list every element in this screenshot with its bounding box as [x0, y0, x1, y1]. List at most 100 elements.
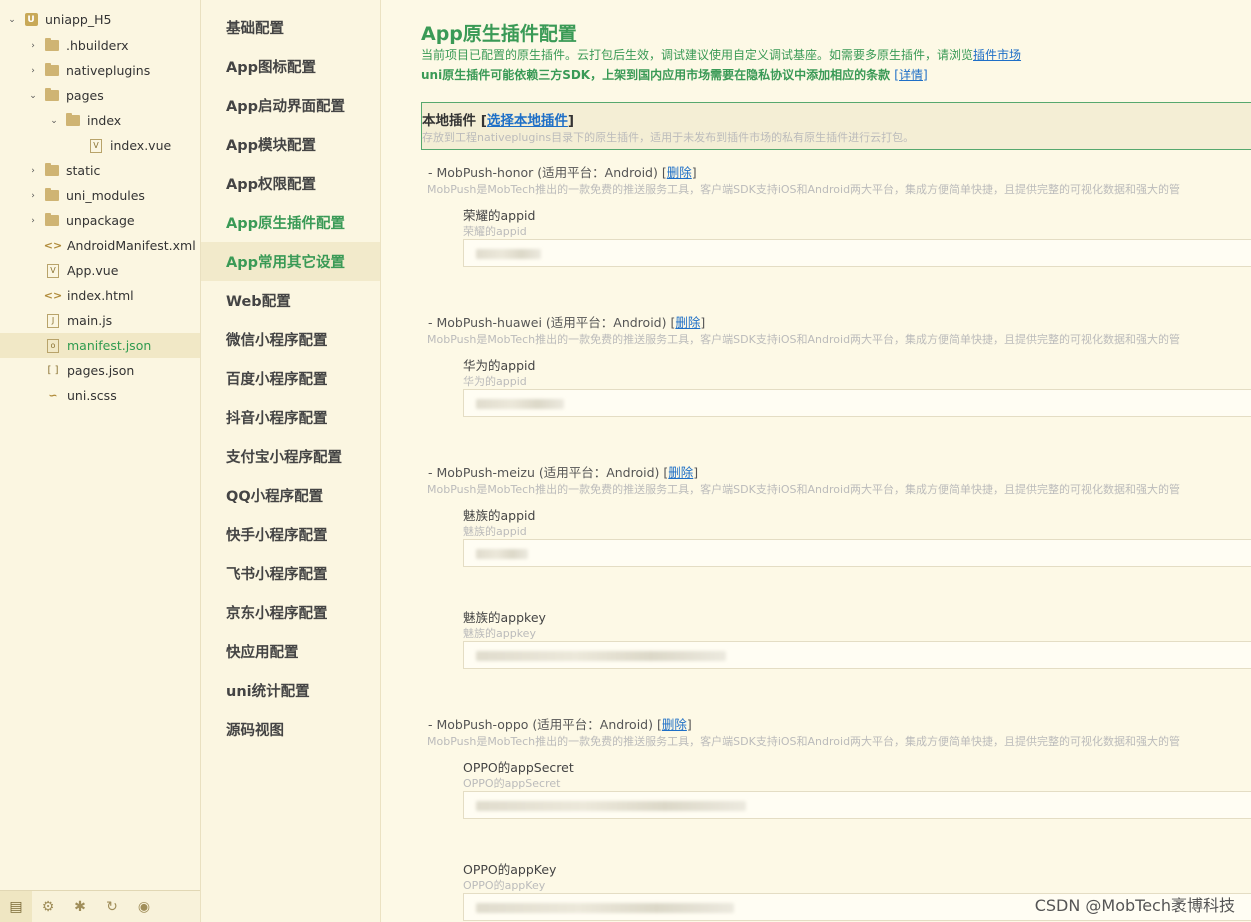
chevron-right-icon[interactable]: ›	[27, 165, 39, 177]
page-title: App原生插件配置	[421, 23, 577, 45]
nav-item-basic[interactable]: 基础配置	[201, 8, 380, 47]
privacy-text: uni原生插件可能依赖三方SDK，上架到国内应用市场需要在隐私协议中添加相应的条…	[421, 68, 891, 82]
field-label: 荣耀的appid	[463, 208, 536, 223]
tree-item-label: pages.json	[67, 363, 135, 378]
honor-appid-input[interactable]	[463, 239, 1251, 267]
tree-item-main-js[interactable]: J main.js	[0, 308, 200, 333]
delete-plugin-link[interactable]: 删除	[662, 717, 687, 732]
chevron-right-icon[interactable]: ›	[27, 40, 39, 52]
nav-item-source-view[interactable]: 源码视图	[201, 710, 380, 749]
tree-item-hbuilderx[interactable]: › .hbuilderx	[0, 33, 200, 58]
tree-item-label: uniapp_H5	[45, 12, 112, 27]
scss-file-icon: ∽	[48, 389, 58, 402]
browser-icon[interactable]: ◉	[128, 891, 160, 922]
plugin-title: - MobPush-oppo (适用平台：Android)	[428, 717, 657, 732]
nav-item-quickapp[interactable]: 快应用配置	[201, 632, 380, 671]
nav-item-uni-stat[interactable]: uni统计配置	[201, 671, 380, 710]
plugin-header-oppo: - MobPush-oppo (适用平台：Android) [删除]	[428, 717, 692, 732]
file-tree: ⌄ U uniapp_H5 › .hbuilderx › nativeplugi…	[0, 0, 201, 922]
nav-item-app-other-settings[interactable]: App常用其它设置	[201, 242, 380, 281]
nav-item-app-modules[interactable]: App模块配置	[201, 125, 380, 164]
delete-plugin-link[interactable]: 删除	[675, 315, 700, 330]
chevron-down-icon[interactable]: ⌄	[27, 90, 39, 102]
tree-footer-toolbar: ▤ ⚙ ✱ ↻ ◉	[0, 890, 200, 922]
tree-item-uni-scss[interactable]: ∽ uni.scss	[0, 383, 200, 408]
tree-item-pages-json[interactable]: [ ] pages.json	[0, 358, 200, 383]
chevron-down-icon[interactable]: ⌄	[48, 115, 60, 127]
files-icon[interactable]: ▤	[0, 890, 32, 922]
folder-open-icon	[45, 88, 59, 103]
plugin-icon[interactable]: ⚙	[32, 891, 64, 922]
nav-item-baidu-mp[interactable]: 百度小程序配置	[201, 359, 380, 398]
delete-plugin-link[interactable]: 删除	[668, 465, 693, 480]
tree-item-label: nativeplugins	[66, 63, 151, 78]
nav-item-web[interactable]: Web配置	[201, 281, 380, 320]
tree-item-manifest-json[interactable]: o manifest.json	[0, 333, 200, 358]
nav-item-alipay-mp[interactable]: 支付宝小程序配置	[201, 437, 380, 476]
tree-item-label: uni.scss	[67, 388, 117, 403]
chevron-right-icon[interactable]: ›	[27, 190, 39, 202]
field-label: OPPO的appKey	[463, 862, 557, 877]
local-plugins-desc: 存放到工程nativeplugins目录下的原生插件，适用于未发布到插件市场的私…	[422, 131, 915, 144]
plugin-market-link[interactable]: 插件市场	[973, 48, 1021, 62]
nav-item-app-splash[interactable]: App启动界面配置	[201, 86, 380, 125]
field-hint: 华为的appid	[463, 375, 527, 388]
tree-item-static[interactable]: › static	[0, 158, 200, 183]
nav-item-qq-mp[interactable]: QQ小程序配置	[201, 476, 380, 515]
delete-plugin-link[interactable]: 删除	[667, 165, 692, 180]
privacy-details-link[interactable]: [详情]	[894, 68, 927, 82]
tree-item-index-vue[interactable]: V index.vue	[0, 133, 200, 158]
refresh-icon[interactable]: ↻	[96, 891, 128, 922]
nav-item-kuaishou-mp[interactable]: 快手小程序配置	[201, 515, 380, 554]
nav-item-wechat-mp[interactable]: 微信小程序配置	[201, 320, 380, 359]
tree-item-unpackage[interactable]: › unpackage	[0, 208, 200, 233]
vue-file-icon: V	[46, 263, 60, 278]
nav-item-feishu-mp[interactable]: 飞书小程序配置	[201, 554, 380, 593]
code-file-icon: <>	[43, 239, 63, 252]
select-local-plugin-link[interactable]: 选择本地插件	[487, 113, 568, 129]
field-label: 魅族的appkey	[463, 610, 546, 625]
tree-item-label: uni_modules	[66, 188, 145, 203]
chevron-down-icon[interactable]: ⌄	[6, 14, 18, 26]
nav-item-douyin-mp[interactable]: 抖音小程序配置	[201, 398, 380, 437]
huawei-appid-input[interactable]	[463, 389, 1251, 417]
meizu-appid-input[interactable]	[463, 539, 1251, 567]
tree-item-index-folder[interactable]: ⌄ index	[0, 108, 200, 133]
chevron-right-icon[interactable]: ›	[27, 65, 39, 77]
tree-item-label: static	[66, 163, 101, 178]
tree-item-uni-modules[interactable]: › uni_modules	[0, 183, 200, 208]
local-plugins-box: 本地插件 [选择本地插件] 存放到工程nativeplugins目录下的原生插件…	[421, 102, 1251, 150]
nav-item-jd-mp[interactable]: 京东小程序配置	[201, 593, 380, 632]
folder-icon	[45, 213, 59, 228]
field-hint: OPPO的appSecret	[463, 777, 561, 790]
redacted-value	[476, 651, 726, 661]
js-file-icon: J	[46, 313, 60, 328]
watermark: CSDN @MobTech袤博科技	[1034, 896, 1235, 915]
json-file-icon: o	[46, 338, 60, 353]
tree-item-androidmanifest[interactable]: <> AndroidManifest.xml	[0, 233, 200, 258]
meizu-appkey-input[interactable]	[463, 641, 1251, 669]
tree-item-label: App.vue	[67, 263, 119, 278]
nav-item-app-icon[interactable]: App图标配置	[201, 47, 380, 86]
oppo-appsecret-input[interactable]	[463, 791, 1251, 819]
plugin-title: - MobPush-meizu (适用平台：Android)	[428, 465, 664, 480]
field-hint: 魅族的appid	[463, 525, 527, 538]
bug-icon[interactable]: ✱	[64, 891, 96, 922]
redacted-value	[476, 903, 734, 913]
plugin-desc: MobPush是MobTech推出的一款免费的推送服务工具，客户端SDK支持iO…	[427, 735, 1181, 748]
tree-item-label: index.html	[67, 288, 134, 303]
nav-item-app-permissions[interactable]: App权限配置	[201, 164, 380, 203]
tree-item-app-vue[interactable]: V App.vue	[0, 258, 200, 283]
tree-item-nativeplugins[interactable]: › nativeplugins	[0, 58, 200, 83]
field-hint: 魅族的appkey	[463, 627, 536, 640]
tree-item-index-html[interactable]: <> index.html	[0, 283, 200, 308]
code-file-icon: <>	[43, 289, 63, 302]
redacted-value	[476, 549, 528, 559]
redacted-value	[476, 249, 541, 259]
tree-item-pages[interactable]: ⌄ pages	[0, 83, 200, 108]
tree-item-label: pages	[66, 88, 104, 103]
nav-item-app-native-plugins[interactable]: App原生插件配置	[201, 203, 380, 242]
chevron-right-icon[interactable]: ›	[27, 215, 39, 227]
plugin-header-huawei: - MobPush-huawei (适用平台：Android) [删除]	[428, 315, 706, 330]
tree-item-project[interactable]: ⌄ U uniapp_H5	[0, 7, 200, 32]
